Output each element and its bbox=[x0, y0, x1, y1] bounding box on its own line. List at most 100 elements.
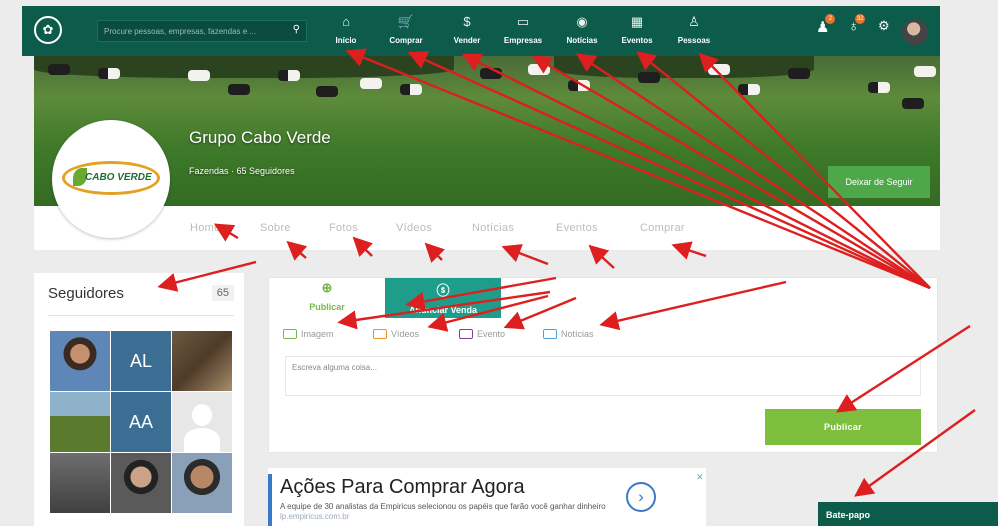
cow-image bbox=[228, 84, 250, 95]
cow-image bbox=[902, 98, 924, 109]
divider bbox=[48, 315, 234, 316]
profile-logo[interactable]: CABO VERDE bbox=[52, 120, 170, 238]
user-avatar[interactable] bbox=[902, 19, 928, 45]
news-icon bbox=[543, 329, 557, 339]
dollar-icon: $ bbox=[463, 14, 471, 29]
followers-count: 65 bbox=[211, 285, 234, 301]
cow-image bbox=[188, 70, 210, 81]
cow-image bbox=[528, 64, 550, 75]
follower-avatar[interactable]: AA bbox=[111, 392, 171, 452]
settings-icon[interactable]: ⚙ bbox=[878, 18, 890, 34]
nav-empresas[interactable]: ▭ Empresas bbox=[498, 13, 548, 45]
tree-line bbox=[554, 56, 814, 78]
search-input[interactable] bbox=[104, 24, 276, 39]
calendar-icon: ▦ bbox=[630, 14, 644, 29]
follower-avatar[interactable] bbox=[50, 392, 110, 452]
person-icon: ♙ bbox=[688, 14, 700, 29]
tab-label: Anunciar Venda bbox=[408, 305, 478, 315]
cow-image bbox=[316, 86, 338, 97]
tab-home[interactable]: Home bbox=[190, 222, 221, 234]
cabo-verde-logo: CABO VERDE bbox=[62, 161, 160, 195]
ad-banner[interactable]: Ações Para Comprar Agora A equipe de 30 … bbox=[268, 468, 706, 526]
tab-noticias[interactable]: Notícias bbox=[472, 222, 514, 234]
follower-avatar[interactable] bbox=[172, 331, 232, 391]
tab-fotos[interactable]: Fotos bbox=[329, 222, 358, 234]
cow-image bbox=[638, 72, 660, 83]
image-icon bbox=[283, 329, 297, 339]
nav-vender[interactable]: $ Vender bbox=[448, 13, 486, 45]
nav-label: Comprar bbox=[389, 36, 423, 45]
nav-inicio[interactable]: ⌂ Início bbox=[328, 13, 364, 45]
follower-avatar[interactable] bbox=[50, 331, 110, 391]
nav-eventos[interactable]: ▦ Eventos bbox=[616, 13, 658, 45]
notifications-badge: 32 bbox=[855, 14, 866, 24]
tab-sobre[interactable]: Sobre bbox=[260, 222, 291, 234]
cow-image bbox=[868, 82, 890, 93]
ad-link[interactable]: lp.empiricus.com.br bbox=[280, 512, 349, 521]
chevron-right-icon[interactable]: › bbox=[626, 482, 656, 512]
option-noticias[interactable]: Notícias bbox=[543, 329, 594, 339]
nav-label: Vender bbox=[453, 36, 481, 45]
search-box: ⚲ bbox=[97, 20, 307, 42]
ad-body: A equipe de 30 analistas da Empiricus se… bbox=[280, 502, 630, 522]
tab-eventos[interactable]: Eventos bbox=[556, 222, 598, 234]
plus-icon: ⊕ bbox=[321, 280, 333, 295]
nav-comprar[interactable]: 🛒 Comprar bbox=[384, 13, 428, 45]
tab-comprar[interactable]: Comprar bbox=[640, 222, 685, 234]
event-icon bbox=[459, 329, 473, 339]
cow-image bbox=[568, 80, 590, 91]
option-label: Imagem bbox=[301, 329, 334, 339]
publish-button[interactable]: Publicar bbox=[765, 409, 921, 445]
ad-headline: Ações Para Comprar Agora bbox=[280, 476, 525, 498]
cow-image bbox=[98, 68, 120, 79]
nav-pessoas[interactable]: ♙ Pessoas bbox=[672, 13, 716, 45]
option-imagem[interactable]: Imagem bbox=[283, 329, 334, 339]
cow-image bbox=[360, 78, 382, 89]
option-videos[interactable]: Vídeos bbox=[373, 329, 419, 339]
chat-bar[interactable]: Bate-papo bbox=[818, 502, 998, 526]
video-icon bbox=[373, 329, 387, 339]
ad-accent bbox=[268, 474, 272, 526]
cow-image bbox=[480, 68, 502, 79]
option-label: Vídeos bbox=[391, 329, 420, 339]
tab-publicar[interactable]: ⊕ Publicar bbox=[269, 278, 385, 318]
follower-avatar[interactable]: AL bbox=[111, 331, 171, 391]
tab-videos[interactable]: Vídeos bbox=[396, 222, 432, 234]
cow-image bbox=[400, 84, 422, 95]
home-icon: ⌂ bbox=[342, 14, 350, 29]
follower-avatar[interactable] bbox=[111, 453, 171, 513]
followers-title: Seguidores bbox=[48, 285, 124, 302]
annotation-arrow bbox=[501, 244, 549, 266]
follower-avatar[interactable] bbox=[172, 392, 232, 452]
profile-meta: Fazendas · 65 Seguidores bbox=[189, 166, 295, 176]
follower-avatar[interactable] bbox=[172, 453, 232, 513]
nav-noticias[interactable]: ◉ Notícias bbox=[560, 13, 604, 45]
post-composer: ⊕ Publicar ⓢ Anunciar Venda Imagem Vídeo… bbox=[268, 277, 938, 453]
ad-close-icon[interactable]: ✕ bbox=[696, 472, 704, 483]
unfollow-button[interactable]: Deixar de Seguir bbox=[828, 166, 930, 198]
option-evento[interactable]: Evento bbox=[459, 329, 505, 339]
profile-name: Grupo Cabo Verde bbox=[189, 128, 331, 147]
cow-image bbox=[708, 64, 730, 75]
cow-image bbox=[48, 64, 70, 75]
cow-image bbox=[788, 68, 810, 79]
nav-label: Início bbox=[335, 36, 357, 45]
option-label: Evento bbox=[477, 329, 506, 339]
tab-label: Publicar bbox=[309, 302, 345, 312]
nav-label: Empresas bbox=[503, 36, 543, 45]
briefcase-icon: ▭ bbox=[516, 14, 530, 29]
follower-avatar[interactable] bbox=[50, 453, 110, 513]
tab-anunciar-venda[interactable]: ⓢ Anunciar Venda bbox=[385, 278, 501, 318]
post-textarea[interactable] bbox=[285, 356, 921, 396]
cow-image bbox=[738, 84, 760, 95]
page: Grupo Cabo Verde Fazendas · 65 Seguidore… bbox=[0, 0, 998, 526]
cover-photo: Grupo Cabo Verde Fazendas · 65 Seguidore… bbox=[34, 56, 940, 206]
cow-image bbox=[914, 66, 936, 77]
cow-image bbox=[278, 70, 300, 81]
dollar-icon: ⓢ bbox=[436, 283, 450, 298]
friend-requests-icon[interactable]: ♟ 2 bbox=[816, 14, 836, 36]
site-logo-icon[interactable]: ✿ bbox=[34, 16, 62, 44]
search-icon[interactable]: ⚲ bbox=[293, 24, 300, 35]
cart-icon: 🛒 bbox=[397, 14, 415, 29]
notifications-icon[interactable]: ♁ 32 bbox=[848, 14, 866, 35]
